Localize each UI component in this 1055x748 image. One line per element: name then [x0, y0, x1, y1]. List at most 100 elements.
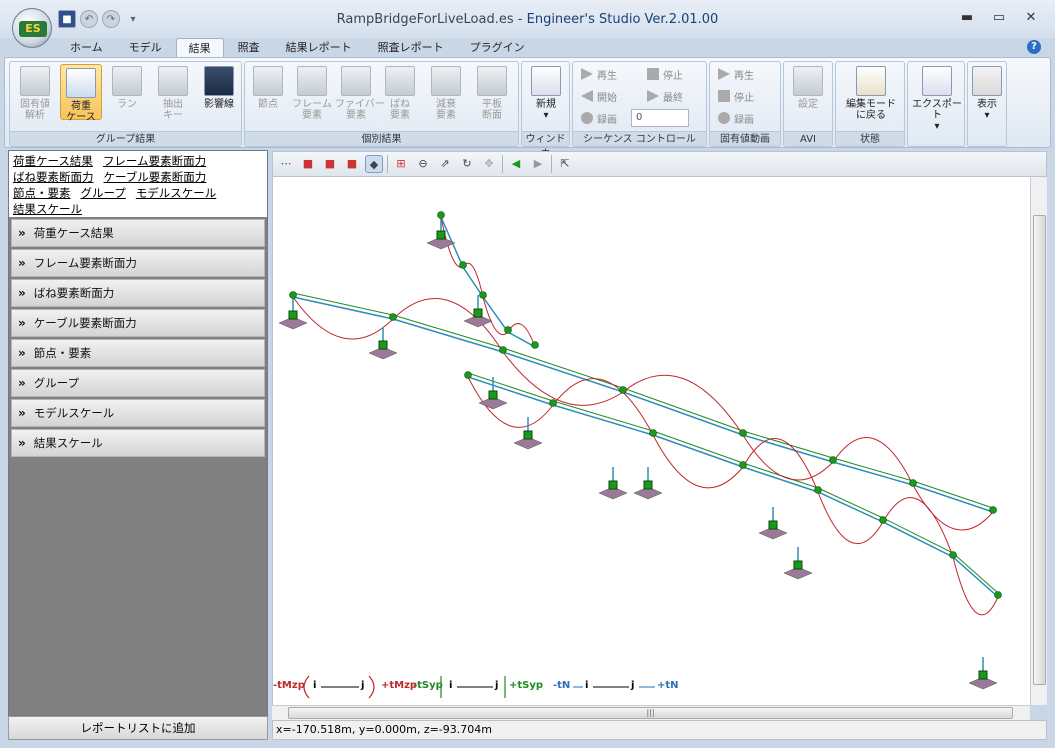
node-marker — [549, 399, 557, 407]
quick-link[interactable]: モデルスケール — [136, 186, 217, 200]
accordion-item[interactable]: » ケーブル要素断面力 — [11, 309, 265, 337]
damper-element-button[interactable]: 減衰 要素 — [425, 66, 467, 121]
eigen-record-button[interactable]: 録画 — [718, 109, 754, 127]
horizontal-scroll-thumb[interactable]: ||| — [288, 707, 1013, 719]
run-icon — [112, 66, 142, 96]
moment-diagram — [507, 323, 536, 348]
export-button[interactable]: エクスポート ▾ — [910, 66, 964, 132]
rotate-icon[interactable]: ↻ — [458, 155, 476, 173]
seq-play-button[interactable]: 再生 — [581, 65, 617, 83]
node-marker — [739, 461, 747, 469]
tab-6[interactable]: プラグイン — [458, 38, 537, 58]
app-logo: ES — [19, 21, 47, 37]
seq-stop-button[interactable]: 停止 — [647, 65, 683, 83]
seq-last-button[interactable]: 最終 — [647, 87, 683, 105]
maximize-button[interactable]: ▭ — [983, 8, 1015, 28]
status-bar: x=-170.518m, y=0.000m, z=-93.704m — [272, 720, 1047, 740]
node-marker — [531, 341, 539, 349]
fiber-element-button[interactable]: ファイバー 要素 — [335, 66, 385, 121]
help-icon[interactable]: ? — [1027, 40, 1041, 54]
accordion-item[interactable]: » 結果スケール — [11, 429, 265, 457]
accordion-item[interactable]: » 節点・要素 — [11, 339, 265, 367]
eigen-analysis-button[interactable]: 固有値 解析 — [14, 66, 56, 121]
individual-result-group: 節点 フレーム 要素 ファイバー 要素 ばね 要素 減衰 要素 平板 断面 個別… — [244, 61, 519, 147]
quick-link[interactable]: 結果スケール — [13, 202, 82, 216]
seq-record-button[interactable]: 録画 — [581, 109, 617, 127]
eigen-play-button[interactable]: 再生 — [718, 65, 754, 83]
new-window-dropdown-icon: ▾ — [543, 110, 549, 121]
view-top-icon[interactable]: ■ — [343, 155, 361, 173]
node-marker — [814, 486, 822, 494]
minimize-button[interactable]: ▬ — [951, 8, 983, 28]
close-button[interactable]: ✕ — [1015, 8, 1047, 28]
application-menu-button[interactable]: ES — [12, 8, 52, 48]
quick-link[interactable]: フレーム要素断面力 — [103, 154, 206, 168]
pan-icon[interactable]: ✥ — [480, 155, 498, 173]
vertical-scroll-thumb[interactable] — [1033, 215, 1046, 685]
accordion-item[interactable]: » モデルスケール — [11, 399, 265, 427]
accordion-item[interactable]: » グループ — [11, 369, 265, 397]
view-front-icon[interactable]: ■ — [299, 155, 317, 173]
tab-0[interactable]: ホーム — [58, 38, 115, 58]
forward-icon[interactable]: ▶ — [529, 155, 547, 173]
vertical-scrollbar[interactable] — [1030, 177, 1047, 705]
node-marker — [389, 313, 397, 321]
support-node — [978, 670, 988, 680]
back-icon[interactable]: ◀ — [507, 155, 525, 173]
frame-element-icon — [297, 66, 327, 96]
accordion-item[interactable]: » 荷重ケース結果 — [11, 219, 265, 247]
sequence-control-group: 再生 停止 開始 最終 録画 0 シーケンス コントロール — [572, 61, 707, 147]
tab-4[interactable]: 結果レポート — [274, 38, 364, 58]
zoom-fit-icon[interactable]: ⇗ — [436, 155, 454, 173]
add-to-report-list-button[interactable]: レポートリストに追加 — [8, 716, 268, 740]
view-side-icon[interactable]: ■ — [321, 155, 339, 173]
camera-icon — [793, 66, 823, 96]
quick-links: 荷重ケース結果 フレーム要素断面力ばね要素断面力 ケーブル要素断面力節点・要素 グルー… — [9, 151, 267, 217]
support-node — [608, 480, 618, 490]
tab-2[interactable]: 結果 — [175, 38, 224, 58]
node-marker — [879, 516, 887, 524]
model-viewport[interactable] — [272, 177, 1030, 705]
chevron-double-right-icon: » — [18, 286, 26, 300]
quick-link[interactable]: 荷重ケース結果 — [13, 154, 93, 168]
tab-1[interactable]: モデル — [117, 38, 174, 58]
node-marker — [829, 456, 837, 464]
tab-3[interactable]: 照査 — [226, 38, 272, 58]
quick-link[interactable]: グループ — [81, 186, 126, 200]
plate-section-button[interactable]: 平板 断面 — [471, 66, 513, 121]
eigen-stop-button[interactable]: 停止 — [718, 87, 754, 105]
node-marker — [994, 591, 1002, 599]
pointer-icon[interactable]: ⇱ — [556, 155, 574, 173]
zoom-out-icon[interactable]: ⊖ — [414, 155, 432, 173]
accordion-item[interactable]: » ばね要素断面力 — [11, 279, 265, 307]
select-all-icon[interactable]: ⋯ — [277, 155, 295, 173]
node-button[interactable]: 節点 — [247, 66, 289, 110]
app-name: Engineer's Studio Ver.2.01.00 — [526, 12, 719, 27]
new-window-button[interactable]: 新規 ▾ — [525, 66, 567, 121]
quick-link[interactable]: 節点・要素 — [13, 186, 71, 200]
ribbon-tabs: ホーム モデル 結果 照査 結果レポート 照査レポート プラグイン — [58, 38, 539, 58]
node-marker — [989, 506, 997, 514]
horizontal-scrollbar[interactable]: ||| — [272, 705, 1030, 720]
display-button[interactable]: 表示 ▾ — [968, 66, 1006, 121]
extract-key-button[interactable]: 抽出 キー — [152, 66, 194, 121]
influence-line-button[interactable]: 影響線 — [198, 66, 240, 110]
back-to-edit-mode-button[interactable]: 編集モード に戻る — [839, 66, 903, 121]
run-button[interactable]: ラン — [106, 66, 148, 110]
load-case-button[interactable]: 荷重 ケース — [60, 64, 102, 123]
tab-5[interactable]: 照査レポート — [366, 38, 456, 58]
frame-element-button[interactable]: フレーム 要素 — [291, 66, 333, 121]
quick-link[interactable]: ばね要素断面力 — [13, 170, 94, 184]
moment-diagram — [952, 556, 999, 616]
avi-settings-button[interactable]: 設定 — [787, 66, 829, 110]
seq-start-button[interactable]: 開始 — [581, 87, 617, 105]
zoom-window-icon[interactable]: ⊞ — [392, 155, 410, 173]
view-iso-icon[interactable]: ◆ — [365, 155, 383, 173]
spring-element-button[interactable]: ばね 要素 — [379, 66, 421, 121]
accordion-item[interactable]: » フレーム要素断面力 — [11, 249, 265, 277]
quick-link[interactable]: ケーブル要素断面力 — [104, 170, 207, 184]
new-window-icon — [531, 66, 561, 96]
view-toolbar: ⋯ ■ ■ ■ ◆ ⊞ ⊖ ⇗ ↻ ✥ ◀ ▶ ⇱ — [272, 151, 1047, 177]
frame-spinner[interactable]: 0 — [631, 109, 689, 127]
export-dropdown-icon: ▾ — [934, 121, 940, 132]
